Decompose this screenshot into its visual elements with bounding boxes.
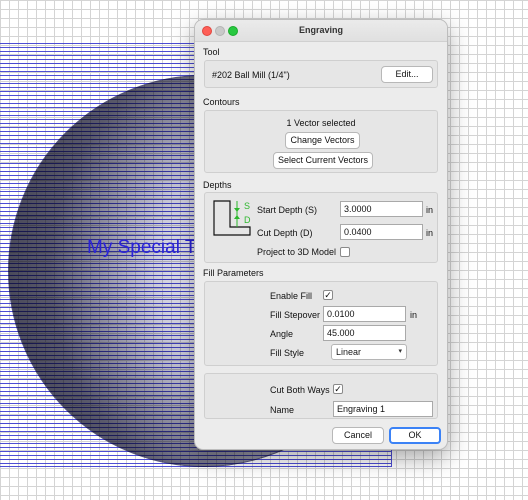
start-depth-unit: in xyxy=(426,205,434,215)
start-depth-label: Start Depth (S) xyxy=(257,205,318,215)
contours-group: 1 Vector selected Change Vectors Select … xyxy=(204,110,438,173)
cut-depth-unit: in xyxy=(426,228,434,238)
tool-group: #202 Ball Mill (1/4") Edit... xyxy=(204,60,438,88)
ok-button[interactable]: OK xyxy=(389,427,441,444)
angle-label: Angle xyxy=(270,329,294,339)
vector-selection-status: 1 Vector selected xyxy=(286,118,356,128)
contours-section-label: Contours xyxy=(203,97,240,107)
cut-depth-input[interactable]: 0.0400 xyxy=(340,224,423,240)
name-label: Name xyxy=(270,405,295,415)
cut-depth-label: Cut Depth (D) xyxy=(257,228,313,238)
depth-diagram: S D xyxy=(210,199,252,239)
options-group: Cut Both Ways ✓ Name Engraving 1 xyxy=(204,373,438,419)
cut-both-ways-checkbox[interactable]: ✓ xyxy=(333,384,343,394)
start-depth-input[interactable]: 3.0000 xyxy=(340,201,423,217)
engraving-dialog: Engraving Tool #202 Ball Mill (1/4") Edi… xyxy=(194,19,448,450)
dialog-title: Engraving xyxy=(298,25,343,35)
depths-group: S D Start Depth (S) 3.0000 in Cut Depth … xyxy=(204,192,438,263)
chevron-down-icon: ▾ xyxy=(398,348,402,355)
cut-depth-marker: D xyxy=(244,215,251,225)
fill-group: Enable Fill ✓ Fill Stepover 0.0100 in An… xyxy=(204,281,438,366)
vector-text[interactable]: My Special T xyxy=(87,237,196,259)
fill-style-value: Linear xyxy=(336,347,362,357)
project-3d-checkbox[interactable] xyxy=(340,247,350,257)
depths-section-label: Depths xyxy=(203,180,232,190)
fill-style-select[interactable]: Linear ▾ xyxy=(331,344,407,360)
cancel-button[interactable]: Cancel xyxy=(332,427,384,444)
tool-section-label: Tool xyxy=(203,47,220,57)
start-depth-marker: S xyxy=(244,201,251,211)
fill-stepover-label: Fill Stepover xyxy=(270,310,321,320)
fill-style-label: Fill Style xyxy=(270,348,305,358)
tool-name: #202 Ball Mill (1/4") xyxy=(212,70,290,80)
select-current-vectors-button[interactable]: Select Current Vectors xyxy=(273,152,373,169)
fill-stepover-input[interactable]: 0.0100 xyxy=(323,306,406,322)
edit-tool-button[interactable]: Edit... xyxy=(381,66,433,83)
enable-fill-label: Enable Fill xyxy=(270,291,313,301)
angle-input[interactable]: 45.000 xyxy=(323,325,406,341)
enable-fill-checkbox[interactable]: ✓ xyxy=(323,290,333,300)
cut-both-ways-label: Cut Both Ways xyxy=(270,385,330,395)
fill-stepover-unit: in xyxy=(410,310,418,320)
change-vectors-button[interactable]: Change Vectors xyxy=(285,132,360,149)
project-3d-label: Project to 3D Model xyxy=(257,247,337,257)
fill-section-label: Fill Parameters xyxy=(203,268,264,278)
toolpath-name-input[interactable]: Engraving 1 xyxy=(333,401,433,417)
title-bar[interactable]: Engraving xyxy=(195,20,447,42)
